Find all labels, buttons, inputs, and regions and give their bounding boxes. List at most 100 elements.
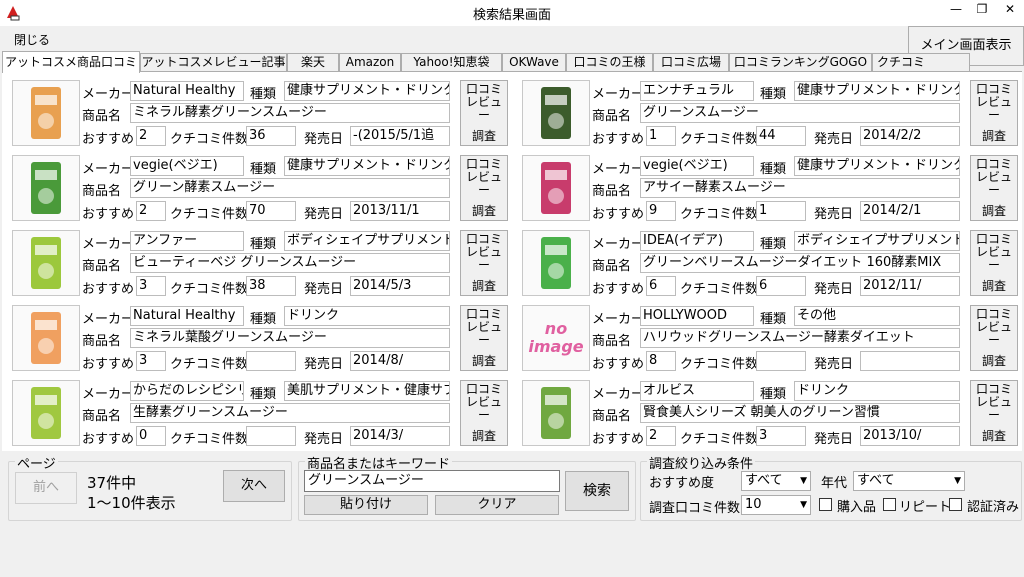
product-name-field[interactable]: アサイー酵素スムージー (640, 178, 960, 198)
recommend-field[interactable]: 8 (646, 351, 676, 371)
minimize-icon[interactable]: — (944, 0, 968, 20)
survey-button[interactable]: 調査 (461, 202, 507, 219)
kind-field[interactable]: 美肌サプリメント・健康サプ (284, 381, 450, 401)
purchase-checkbox[interactable] (819, 498, 832, 511)
review-button[interactable]: 口コミ レビュ ー 調査 (970, 155, 1018, 221)
keyword-input[interactable]: グリーンスムージー (304, 470, 560, 492)
tab-atcosme-review[interactable]: アットコスメレビュー記事 (140, 53, 287, 72)
product-name-field[interactable]: グリーンベリースムージーダイエット 160酵素MIX (640, 253, 960, 273)
review-count-field[interactable]: 3 (756, 426, 806, 446)
paste-button[interactable]: 貼り付け (304, 495, 428, 515)
maker-field[interactable]: Natural Healthy (130, 81, 244, 101)
maker-field[interactable]: IDEA(イデア) (640, 231, 754, 251)
clear-button[interactable]: クリア (435, 495, 559, 515)
repeat-checkbox[interactable] (883, 498, 896, 511)
maker-field[interactable]: アンファー (130, 231, 244, 251)
release-field[interactable]: 2014/2/1 (860, 201, 960, 221)
kind-field[interactable]: 健康サプリメント・ドリンク (284, 81, 450, 101)
prev-button[interactable]: 前へ (15, 472, 77, 504)
release-field[interactable] (860, 351, 960, 371)
maker-field[interactable]: エンナチュラル (640, 81, 754, 101)
review-button[interactable]: 口コミ レビュ ー 調査 (460, 380, 508, 446)
survey-button[interactable]: 調査 (971, 202, 1017, 219)
tab-okwave[interactable]: OKWave (502, 53, 566, 72)
maker-field[interactable]: オルビス (640, 381, 754, 401)
kind-field[interactable]: ボディシェイプサプリメント・ド (284, 231, 450, 251)
search-button[interactable]: 検索 (565, 471, 629, 511)
tab-atcosme-product[interactable]: アットコスメ商品口コミ (2, 51, 140, 73)
menu-close[interactable]: 閉じる (14, 31, 50, 48)
survey-button[interactable]: 調査 (971, 277, 1017, 294)
review-count-field[interactable]: 1 (756, 201, 806, 221)
survey-button[interactable]: 調査 (461, 277, 507, 294)
kind-field[interactable]: 健康サプリメント・ドリンク (794, 81, 960, 101)
release-field[interactable]: 2014/2/2 (860, 126, 960, 146)
maker-field[interactable]: vegie(ベジエ) (640, 156, 754, 176)
survey-button[interactable]: 調査 (461, 427, 507, 444)
review-button[interactable]: 口コミ レビュ ー 調査 (970, 305, 1018, 371)
kind-field[interactable]: 健康サプリメント・ドリンク (794, 156, 960, 176)
review-count-field[interactable] (246, 426, 296, 446)
recommend-select[interactable]: すべて ▼ (741, 471, 811, 491)
review-button[interactable]: 口コミ レビュ ー 調査 (460, 230, 508, 296)
next-button[interactable]: 次へ (223, 470, 285, 502)
review-count-field[interactable] (246, 351, 296, 371)
recommend-field[interactable]: 2 (646, 426, 676, 446)
age-select[interactable]: すべて ▼ (853, 471, 965, 491)
release-field[interactable]: -(2015/5/1追 (350, 126, 450, 146)
review-count-field[interactable]: 6 (756, 276, 806, 296)
product-name-field[interactable]: グリーン酵素スムージー (130, 178, 450, 198)
review-button[interactable]: 口コミ レビュ ー 調査 (970, 230, 1018, 296)
tab-kuchikomi-king[interactable]: 口コミの王様 (566, 53, 653, 72)
release-field[interactable]: 2013/11/1 (350, 201, 450, 221)
kind-field[interactable]: ドリンク (284, 306, 450, 326)
maker-field[interactable]: HOLLYWOOD (640, 306, 754, 326)
survey-button[interactable]: 調査 (971, 352, 1017, 369)
kind-field[interactable]: その他 (794, 306, 960, 326)
kind-field[interactable]: ドリンク (794, 381, 960, 401)
release-field[interactable]: 2013/10/ (860, 426, 960, 446)
review-button[interactable]: 口コミ レビュ ー 調査 (460, 305, 508, 371)
close-icon[interactable]: ✕ (998, 0, 1022, 20)
review-count-field[interactable]: 36 (246, 126, 296, 146)
kind-field[interactable]: ボディシェイプサプリメント・ド (794, 231, 960, 251)
maximize-icon[interactable]: ❐ (970, 0, 994, 20)
review-count-field[interactable]: 44 (756, 126, 806, 146)
tab-amazon[interactable]: Amazon (339, 53, 401, 72)
recommend-field[interactable]: 6 (646, 276, 676, 296)
release-field[interactable]: 2014/3/ (350, 426, 450, 446)
recommend-field[interactable]: 2 (136, 126, 166, 146)
release-field[interactable]: 2014/5/3 (350, 276, 450, 296)
release-field[interactable]: 2012/11/ (860, 276, 960, 296)
maker-field[interactable]: Natural Healthy (130, 306, 244, 326)
count-select[interactable]: 10 ▼ (741, 495, 811, 515)
product-name-field[interactable]: ミネラル葉酸グリーンスムージー (130, 328, 450, 348)
review-count-field[interactable]: 38 (246, 276, 296, 296)
review-button[interactable]: 口コミ レビュ ー 調査 (970, 380, 1018, 446)
tab-kuchikomi[interactable]: クチコミ (872, 53, 970, 72)
tab-kuchikomi-hiroba[interactable]: 口コミ広場 (653, 53, 729, 72)
survey-button[interactable]: 調査 (461, 352, 507, 369)
recommend-field[interactable]: 1 (646, 126, 676, 146)
review-count-field[interactable] (756, 351, 806, 371)
recommend-field[interactable]: 3 (136, 351, 166, 371)
recommend-field[interactable]: 0 (136, 426, 166, 446)
review-count-field[interactable]: 70 (246, 201, 296, 221)
product-name-field[interactable]: ビューティーベジ グリーンスムージー (130, 253, 450, 273)
review-button[interactable]: 口コミ レビュ ー 調査 (970, 80, 1018, 146)
tab-rakuten[interactable]: 楽天 (287, 53, 339, 72)
survey-button[interactable]: 調査 (461, 127, 507, 144)
review-button[interactable]: 口コミ レビュ ー 調査 (460, 80, 508, 146)
product-name-field[interactable]: グリーンスムージー (640, 103, 960, 123)
recommend-field[interactable]: 9 (646, 201, 676, 221)
product-name-field[interactable]: 生酵素グリーンスムージー (130, 403, 450, 423)
product-name-field[interactable]: 賢食美人シリーズ 朝美人のグリーン習慣 (640, 403, 960, 423)
tab-yahoo[interactable]: Yahoo!知恵袋 (401, 53, 502, 72)
survey-button[interactable]: 調査 (971, 127, 1017, 144)
product-name-field[interactable]: ハリウッドグリーンスムージー酵素ダイエット (640, 328, 960, 348)
kind-field[interactable]: 健康サプリメント・ドリンク (284, 156, 450, 176)
recommend-field[interactable]: 3 (136, 276, 166, 296)
maker-field[interactable]: からだのレシピシリ (130, 381, 244, 401)
maker-field[interactable]: vegie(ベジエ) (130, 156, 244, 176)
release-field[interactable]: 2014/8/ (350, 351, 450, 371)
